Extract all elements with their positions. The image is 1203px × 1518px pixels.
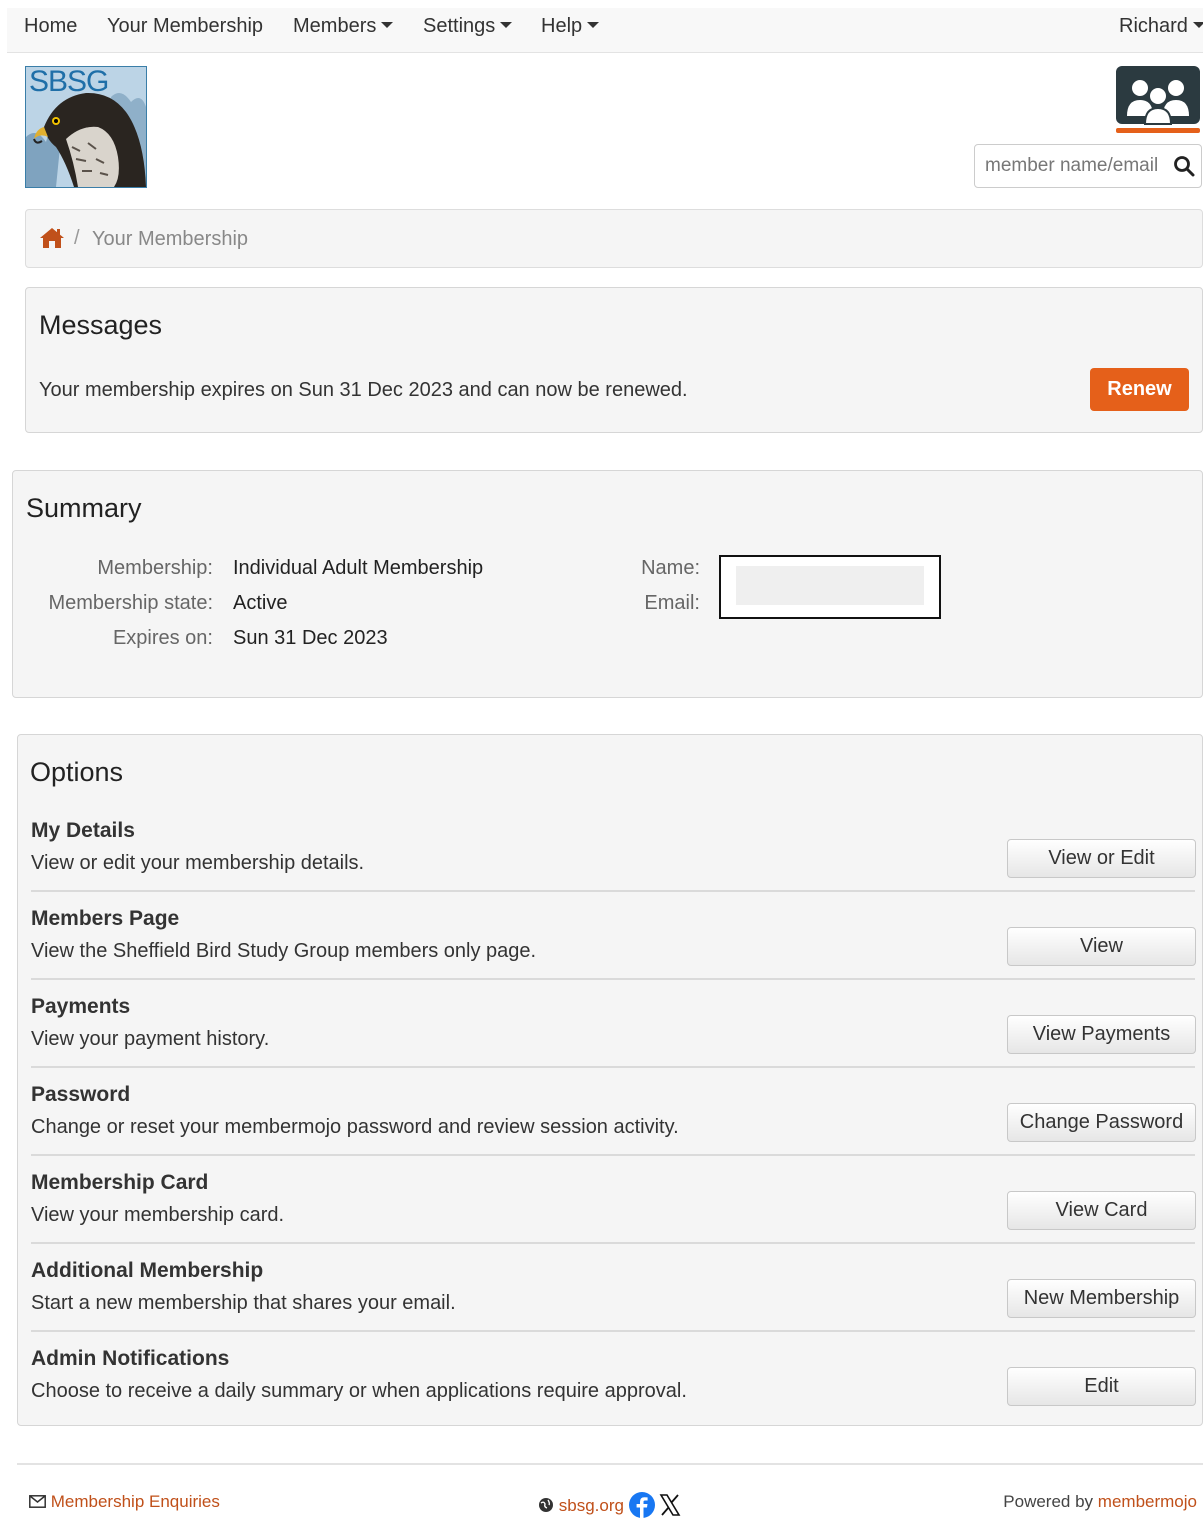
nav-members-dropdown[interactable]: Members — [293, 8, 394, 52]
nav-help-label: Help — [541, 15, 583, 37]
option-title: Payments — [31, 995, 131, 1018]
expires-value: Sun 31 Dec 2023 — [233, 627, 388, 649]
option-desc: Change or reset your membermojo password… — [31, 1116, 679, 1138]
top-navbar: Home Your Membership Members Settings He… — [7, 8, 1203, 53]
envelope-icon — [29, 1495, 46, 1508]
redacted-details — [719, 555, 941, 619]
membership-enquiries-link[interactable]: Membership Enquiries — [51, 1492, 220, 1511]
footer-powered-by: Powered by membermojo — [1003, 1492, 1197, 1512]
powered-by-label: Powered by — [1003, 1492, 1094, 1511]
nav-your-membership[interactable]: Your Membership — [107, 8, 263, 52]
option-desc: View your membership card. — [31, 1204, 285, 1226]
breadcrumb: / Your Membership — [25, 209, 1203, 268]
view-members-page-button[interactable]: View — [1007, 927, 1196, 966]
membership-state-label: Membership state: — [48, 592, 213, 614]
divider — [31, 890, 1195, 892]
option-title: My Details — [31, 819, 135, 842]
email-label: Email: — [644, 592, 700, 614]
facebook-icon[interactable] — [628, 1492, 655, 1518]
membermojo-logo[interactable] — [1115, 66, 1201, 134]
caret-down-icon — [1192, 21, 1203, 28]
org-logo[interactable]: SBSG — [25, 66, 147, 188]
membership-state-value: Active — [233, 592, 288, 614]
summary-title: Summary — [26, 493, 142, 523]
messages-panel: Messages Your membership expires on Sun … — [25, 287, 1203, 433]
option-desc: View or edit your membership details. — [31, 852, 365, 874]
option-title: Membership Card — [31, 1171, 209, 1194]
view-card-button[interactable]: View Card — [1007, 1191, 1196, 1230]
membermojo-link[interactable]: membermojo — [1098, 1492, 1197, 1511]
messages-title: Messages — [39, 310, 163, 340]
membership-label: Membership: — [97, 557, 213, 579]
logo-text: SBSG — [29, 66, 109, 98]
view-payments-button[interactable]: View Payments — [1007, 1015, 1196, 1054]
option-desc: View the Sheffield Bird Study Group memb… — [31, 940, 537, 962]
globe-icon — [539, 1498, 553, 1512]
renew-button[interactable]: Renew — [1090, 368, 1189, 411]
nav-user-dropdown[interactable]: Richard — [1119, 8, 1203, 52]
summary-panel: Summary Membership: Individual Adult Mem… — [12, 470, 1203, 698]
nav-settings-dropdown[interactable]: Settings — [423, 8, 513, 52]
option-desc: Choose to receive a daily summary or whe… — [31, 1380, 687, 1402]
divider — [31, 1066, 1195, 1068]
membership-value: Individual Adult Membership — [233, 557, 484, 579]
member-search-input[interactable] — [975, 145, 1171, 187]
search-icon[interactable] — [1173, 155, 1195, 177]
expires-label: Expires on: — [112, 627, 213, 649]
breadcrumb-separator: / — [74, 227, 80, 249]
home-icon[interactable] — [39, 226, 65, 250]
divider — [31, 1330, 1195, 1332]
caret-down-icon — [500, 21, 513, 28]
view-or-edit-button[interactable]: View or Edit — [1007, 839, 1196, 878]
option-title: Members Page — [31, 907, 180, 930]
divider — [31, 1242, 1195, 1244]
nav-help-dropdown[interactable]: Help — [541, 8, 600, 52]
caret-down-icon — [381, 21, 394, 28]
renewal-message: Your membership expires on Sun 31 Dec 20… — [39, 379, 688, 401]
x-twitter-icon[interactable] — [659, 1494, 681, 1516]
website-link[interactable]: sbsg.org — [559, 1496, 624, 1515]
nav-members-label: Members — [293, 15, 377, 37]
footer-social: sbsg.org — [538, 1492, 681, 1518]
option-title: Additional Membership — [31, 1259, 264, 1282]
members-group-icon — [1116, 66, 1200, 133]
member-search — [974, 144, 1202, 188]
option-desc: View your payment history. — [31, 1028, 270, 1050]
divider — [31, 1154, 1195, 1156]
new-membership-button[interactable]: New Membership — [1007, 1279, 1196, 1318]
option-title: Admin Notifications — [31, 1347, 230, 1370]
footer-divider — [17, 1463, 1203, 1465]
edit-notifications-button[interactable]: Edit — [1007, 1367, 1196, 1406]
nav-settings-label: Settings — [423, 15, 496, 37]
option-desc: Start a new membership that shares your … — [31, 1292, 456, 1314]
breadcrumb-current: Your Membership — [92, 228, 249, 250]
options-title: Options — [30, 757, 124, 787]
options-panel: Options My Details View or edit your mem… — [17, 734, 1203, 1426]
nav-home[interactable]: Home — [24, 8, 77, 52]
divider — [31, 978, 1195, 980]
option-title: Password — [31, 1083, 131, 1106]
change-password-button[interactable]: Change Password — [1007, 1103, 1196, 1142]
caret-down-icon — [587, 21, 600, 28]
name-label: Name: — [641, 557, 700, 579]
footer-enquiries[interactable]: Membership Enquiries — [29, 1492, 220, 1512]
nav-user-label: Richard — [1119, 15, 1188, 37]
redacted-field — [736, 566, 924, 605]
